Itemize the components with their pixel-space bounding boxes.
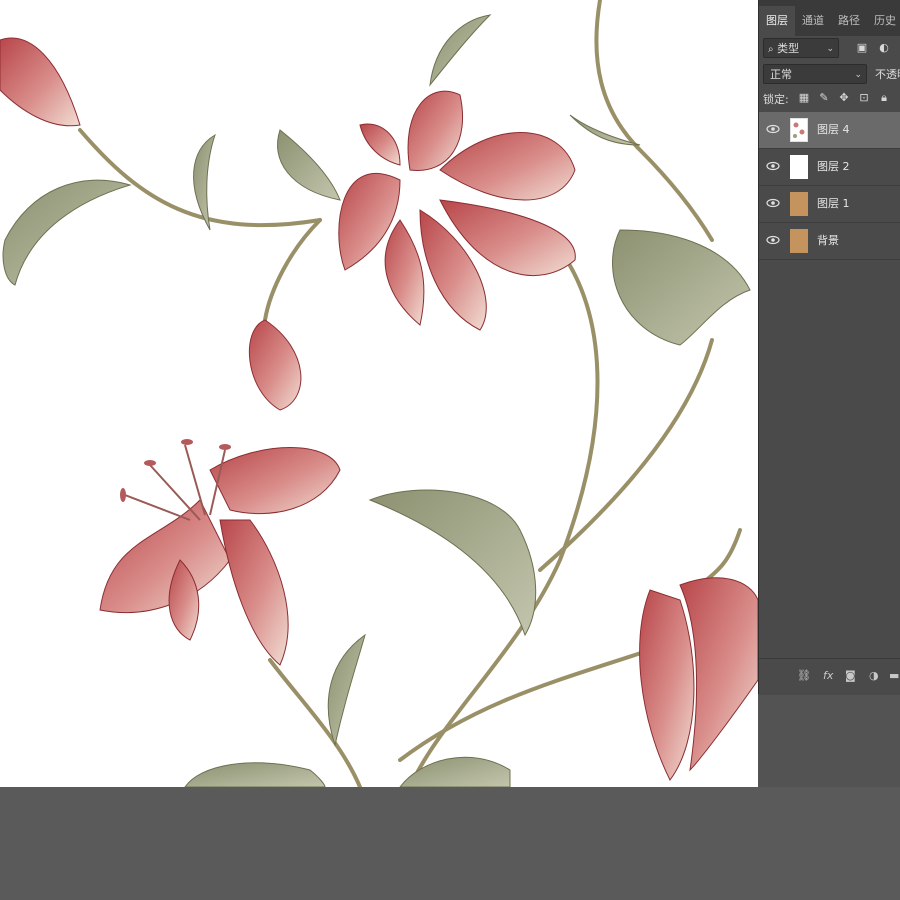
tab-history[interactable]: 历史 <box>867 6 900 36</box>
lock-row: 锁定: ▦ ✎ ✥ ⊡ 🔒︎ <box>763 89 900 109</box>
layer-thumbnail <box>790 229 808 253</box>
lock-all-icon[interactable]: 🔒︎ <box>877 91 891 105</box>
layer-name: 图层 2 <box>817 160 850 173</box>
link-layers-icon[interactable]: ⛓︎ <box>797 669 811 682</box>
visibility-eye-icon[interactable] <box>766 235 780 245</box>
opacity-label: 不透明 <box>875 68 900 81</box>
layer-thumbnail <box>790 155 808 179</box>
lock-position-icon[interactable]: ✥ <box>837 91 851 105</box>
layer-name: 图层 1 <box>817 197 850 210</box>
layer-filter-row: ⌕ 类型 ⌄ ▣ ◐ <box>763 38 900 60</box>
new-adjustment-layer-icon[interactable]: ◑ <box>869 669 879 682</box>
visibility-eye-icon[interactable] <box>766 198 780 208</box>
layers-panel: 图层 通道 路径 历史 ⌕ 类型 ⌄ ▣ ◐ 正常 ⌄ 不透明 锁定: ▦ ✎ … <box>758 0 900 695</box>
layer-row[interactable]: 图层 2 <box>759 149 900 186</box>
add-mask-icon[interactable]: ◙ <box>845 669 856 682</box>
layer-row[interactable]: 图层 4 <box>759 112 900 149</box>
lock-artboard-icon[interactable]: ⊡ <box>857 91 871 105</box>
blend-mode-select[interactable]: 正常 ⌄ <box>763 64 867 84</box>
layer-row[interactable]: 图层 1 <box>759 186 900 223</box>
layer-style-fx-button[interactable]: fx <box>823 669 833 682</box>
panel-tab-bar: 图层 通道 路径 历史 <box>759 0 900 36</box>
layer-kind-filter[interactable]: ⌕ 类型 ⌄ <box>763 38 839 58</box>
layer-list: 图层 4 图层 2 图层 1 背景 <box>759 112 900 260</box>
chevron-down-icon: ⌄ <box>826 44 834 54</box>
embroidered-lily-artwork <box>0 0 758 787</box>
image-filter-icon[interactable]: ▣ <box>855 41 869 55</box>
layer-name: 图层 4 <box>817 123 850 136</box>
tab-paths[interactable]: 路径 <box>831 6 867 36</box>
adjustment-filter-icon[interactable]: ◐ <box>877 41 891 55</box>
search-icon: ⌕ <box>768 44 774 55</box>
layer-name: 背景 <box>817 234 839 247</box>
lock-transparent-pixels-icon[interactable]: ▦ <box>797 91 811 105</box>
workspace-bottom-area <box>0 787 900 900</box>
new-group-icon[interactable]: ▬ <box>889 669 899 682</box>
layers-panel-footer: ⛓︎ fx ◙ ◑ ▬ <box>759 658 900 695</box>
visibility-eye-icon[interactable] <box>766 124 780 134</box>
document-canvas[interactable] <box>0 0 758 787</box>
chevron-down-icon: ⌄ <box>854 70 862 80</box>
visibility-eye-icon[interactable] <box>766 161 780 171</box>
filter-label: 类型 <box>777 42 800 55</box>
tab-layers[interactable]: 图层 <box>759 6 795 36</box>
lock-image-pixels-icon[interactable]: ✎ <box>817 91 831 105</box>
layer-row[interactable]: 背景 <box>759 223 900 260</box>
tab-channels[interactable]: 通道 <box>795 6 831 36</box>
blend-mode-value: 正常 <box>770 68 792 81</box>
lock-label: 锁定: <box>763 93 789 106</box>
layer-thumbnail <box>790 118 808 142</box>
blend-row: 正常 ⌄ 不透明 <box>763 64 900 86</box>
layer-thumbnail <box>790 192 808 216</box>
